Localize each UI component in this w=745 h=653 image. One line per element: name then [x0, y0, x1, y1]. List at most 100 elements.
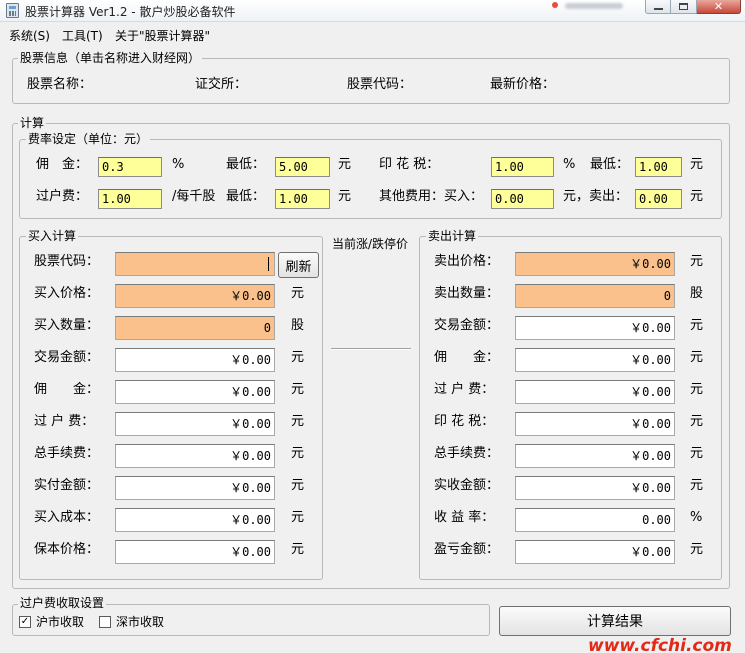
buy-row-field-1[interactable]: ￥0.00 [115, 284, 275, 308]
limit-price-divider [331, 348, 411, 350]
transfer-fee-label: 过户费： [36, 189, 89, 204]
buy-row-label-8: 买入成本： [34, 510, 100, 525]
sell-row-unit-2: 元 [690, 318, 704, 333]
buy-row-label-6: 总手续费： [34, 446, 100, 461]
sell-row-label-9: 盈亏金额： [434, 542, 500, 557]
transfer-min-input[interactable]: 1.00 [275, 189, 330, 209]
buy-row-field-3[interactable]: ￥0.00 [115, 348, 275, 372]
sell-row-label-1: 卖出数量： [434, 286, 500, 301]
sell-row-label-6: 总手续费： [434, 446, 500, 461]
buy-row-unit-3: 元 [291, 350, 305, 365]
sell-row-field-1[interactable]: 0 [515, 284, 675, 308]
commission-min-unit: 元 [338, 157, 352, 172]
sell-row-field-0[interactable]: ￥0.00 [515, 252, 675, 276]
calc-title: 计算 [18, 116, 47, 130]
transfer-settings-title: 过户费收取设置 [18, 596, 107, 610]
stamp-min-unit: 元 [690, 157, 704, 172]
latest-price-label: 最新价格： [490, 77, 556, 92]
sell-row-field-8[interactable]: 0.00 [515, 508, 675, 532]
sell-row-unit-6: 元 [690, 446, 704, 461]
sell-calc-title: 卖出计算 [426, 229, 479, 243]
other-fee-buy-label: 其他费用：买入： [379, 189, 484, 204]
sell-row-label-8: 收 益 率： [434, 510, 495, 525]
other-fee-sell-input[interactable]: 0.00 [635, 189, 682, 209]
sell-row-field-9[interactable]: ￥0.00 [515, 540, 675, 564]
transfer-min-unit: 元 [338, 189, 352, 204]
sell-row-field-4[interactable]: ￥0.00 [515, 380, 675, 404]
blurred-status-text [565, 3, 623, 9]
sell-row-label-7: 实收金额： [434, 478, 500, 493]
stock-info-title: 股票信息（单击名称进入财经网） [18, 51, 203, 65]
minimize-icon [653, 8, 663, 10]
site-watermark: www.cfchi.com [588, 636, 732, 653]
sell-row-field-7[interactable]: ￥0.00 [515, 476, 675, 500]
fee-settings-title: 费率设定（单位：元） [26, 132, 151, 146]
sell-row-unit-4: 元 [690, 382, 704, 397]
sell-row-field-5[interactable]: ￥0.00 [515, 412, 675, 436]
buy-row-field-7[interactable]: ￥0.00 [115, 476, 275, 500]
stamp-tax-input[interactable]: 1.00 [491, 157, 554, 177]
sell-row-unit-3: 元 [690, 350, 704, 365]
buy-row-unit-8: 元 [291, 510, 305, 525]
limit-price-label: 当前涨/跌停价 [332, 237, 409, 251]
refresh-button[interactable]: 刷新 [278, 252, 319, 278]
sell-row-field-6[interactable]: ￥0.00 [515, 444, 675, 468]
buy-row-label-0: 股票代码： [34, 254, 100, 269]
minimize-button[interactable] [645, 0, 671, 14]
close-button[interactable]: ✕ [697, 0, 741, 14]
commission-input[interactable]: 0.3 [98, 157, 162, 177]
shenzhen-label[interactable]: 深市收取 [116, 614, 164, 630]
stock-code-text-caret [268, 257, 269, 271]
buy-row-field-2[interactable]: 0 [115, 316, 275, 340]
sell-row-label-2: 交易金额： [434, 318, 500, 333]
buy-row-field-9[interactable]: ￥0.00 [115, 540, 275, 564]
commission-label: 佣 金： [36, 157, 89, 172]
buy-row-field-8[interactable]: ￥0.00 [115, 508, 275, 532]
other-fee-buy-input[interactable]: 0.00 [491, 189, 554, 209]
sell-row-unit-0: 元 [690, 254, 704, 269]
stamp-min-input[interactable]: 1.00 [635, 157, 682, 177]
buy-row-field-4[interactable]: ￥0.00 [115, 380, 275, 404]
buy-row-label-3: 交易金额： [34, 350, 100, 365]
shanghai-checkbox[interactable]: ✓ [19, 616, 31, 628]
maximize-button[interactable] [671, 0, 697, 14]
menu-about[interactable]: 关于"股票计算器" [115, 27, 210, 44]
buy-row-field-0[interactable] [115, 252, 275, 276]
sell-row-unit-7: 元 [690, 478, 704, 493]
menu-tools[interactable]: 工具(T) [62, 27, 103, 44]
calculate-button[interactable]: 计算结果 [499, 606, 731, 636]
commission-min-label: 最低： [226, 157, 266, 172]
calculator-app-icon [6, 3, 19, 18]
close-icon: ✕ [713, 0, 724, 13]
menu-bar [0, 23, 745, 43]
buy-row-label-9: 保本价格： [34, 542, 100, 557]
menu-system[interactable]: 系统(S) [9, 27, 50, 44]
buy-row-label-2: 买入数量： [34, 318, 100, 333]
maximize-icon [679, 3, 688, 10]
buy-row-unit-9: 元 [291, 542, 305, 557]
stock-name-label[interactable]: 股票名称： [27, 77, 92, 93]
blurred-status-dot [552, 2, 558, 8]
buy-row-unit-6: 元 [291, 446, 305, 461]
other-fee-unit: 元 [690, 189, 704, 204]
stock-code-label: 股票代码： [347, 77, 413, 92]
buy-row-label-4: 佣 金： [34, 382, 100, 397]
transfer-fee-input[interactable]: 1.00 [98, 189, 162, 209]
sell-row-field-3[interactable]: ￥0.00 [515, 348, 675, 372]
buy-row-unit-1: 元 [291, 286, 305, 301]
sell-row-field-2[interactable]: ￥0.00 [515, 316, 675, 340]
exchange-label: 证交所： [195, 77, 248, 92]
sell-row-unit-9: 元 [690, 542, 704, 557]
buy-row-unit-7: 元 [291, 478, 305, 493]
buy-row-field-6[interactable]: ￥0.00 [115, 444, 275, 468]
shanghai-label[interactable]: 沪市收取 [36, 614, 84, 630]
stamp-min-label: 最低： [590, 157, 630, 172]
sell-row-label-4: 过 户 费： [434, 382, 495, 397]
stamp-tax-unit: % [563, 157, 576, 172]
buy-row-unit-4: 元 [291, 382, 305, 397]
shenzhen-checkbox[interactable] [99, 616, 111, 628]
commission-unit: % [172, 157, 185, 172]
buy-row-field-5[interactable]: ￥0.00 [115, 412, 275, 436]
buy-row-label-7: 实付金额： [34, 478, 100, 493]
commission-min-input[interactable]: 5.00 [275, 157, 330, 177]
